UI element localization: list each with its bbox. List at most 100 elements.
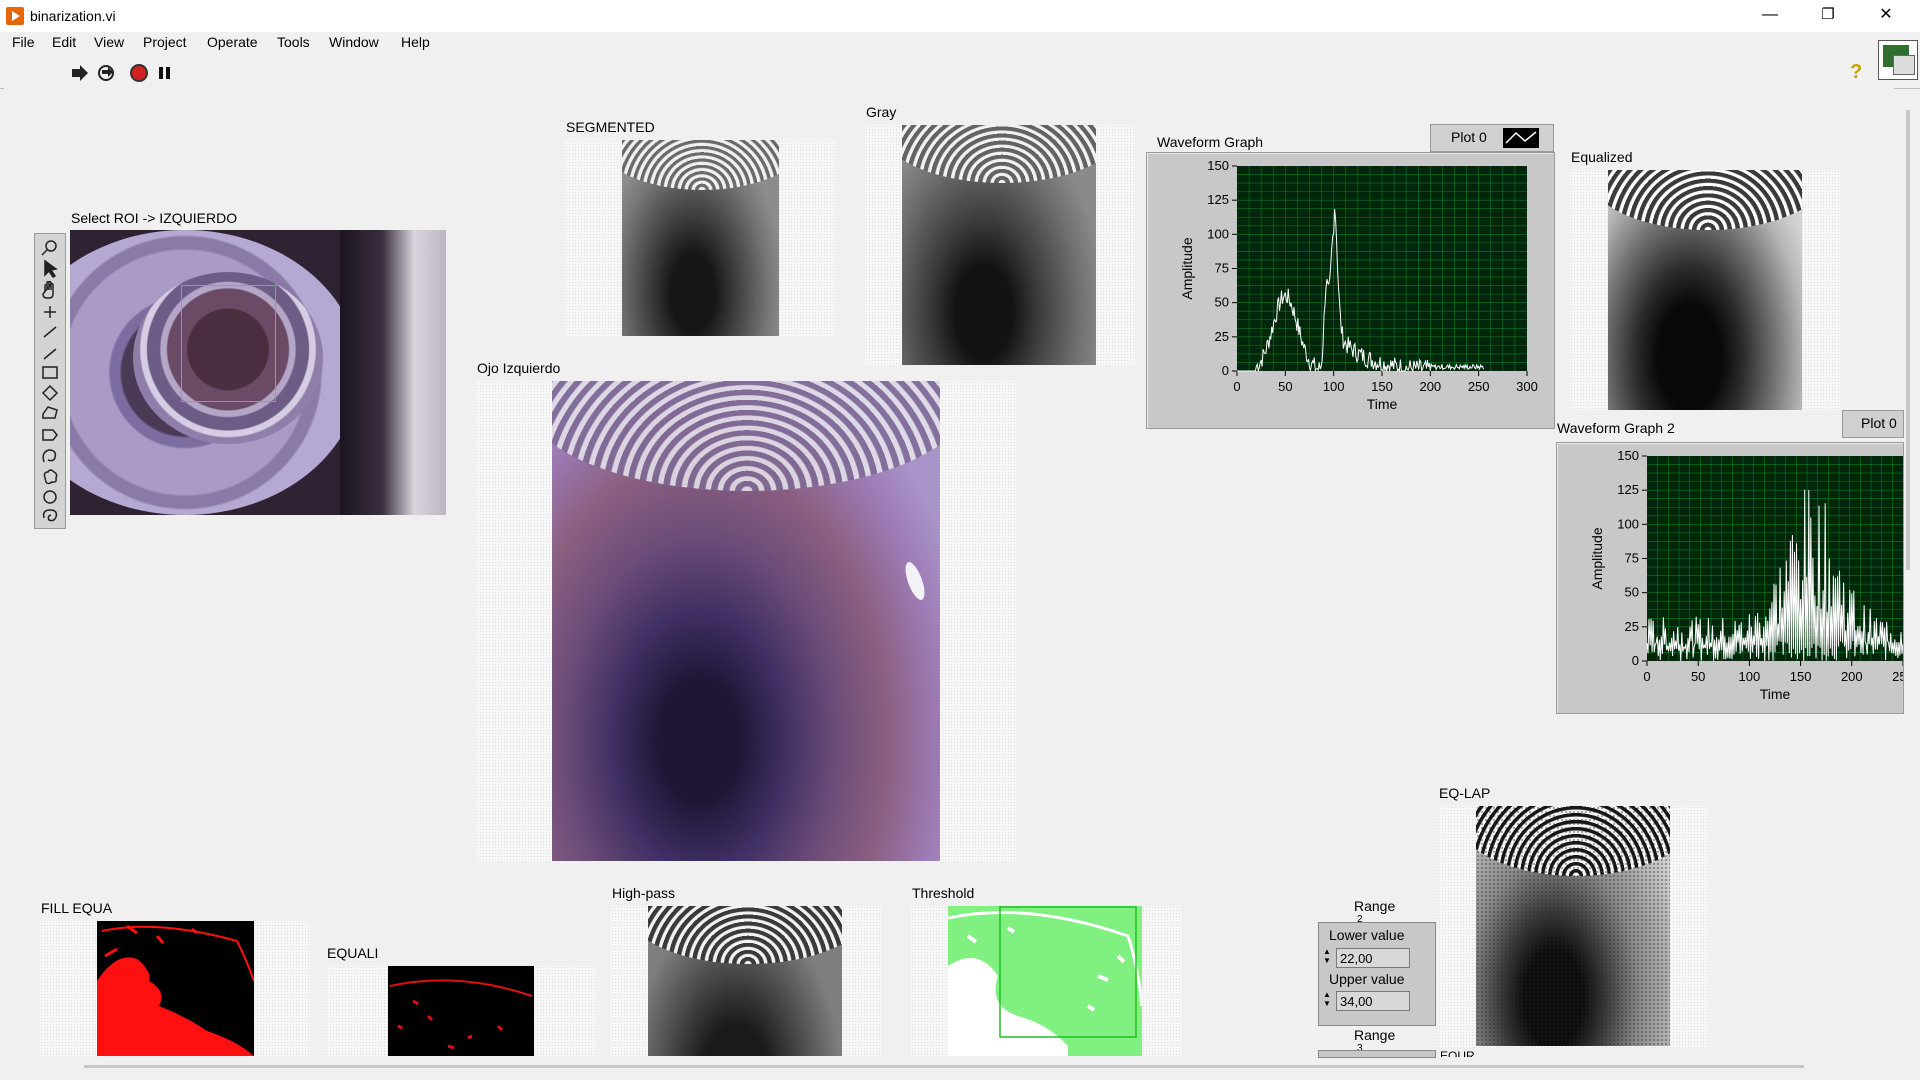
plot-legend-label: Plot 0 [1451,129,1487,145]
plot-legend-2[interactable]: Plot 0 [1842,410,1904,438]
fill-equa-display [40,921,310,1056]
gray-label: Gray [866,104,897,120]
plot-legend-2-label: Plot 0 [1861,415,1897,431]
menu-window[interactable]: Window [329,34,379,50]
threshold-mask [948,906,1142,1056]
menu-edit[interactable]: Edit [52,34,76,50]
pause-icon[interactable] [157,64,173,82]
y-tick-label: 50 [1625,585,1639,600]
roi-label: Select ROI -> IZQUIERDO [71,210,238,226]
close-button[interactable]: ✕ [1858,0,1914,32]
range-2-cluster: Lower value ▲ ▼ 22,00 Upper value ▲ ▼ 34,0… [1318,922,1436,1026]
run-arrow-icon[interactable] [70,64,90,82]
y-tick-label: 75 [1625,551,1639,566]
y-axis-title: Amplitude [1179,237,1195,299]
range-2-label: Range [1354,898,1396,914]
upper-value-label: Upper value [1329,971,1405,987]
title-bar: binarization.vi — ❐ ✕ [0,0,1920,32]
waveform-graph-2-plot: 0 25 50 75 100 125 150 0 50 100 150 200 250 Time Ampli… [1589,448,1903,702]
lower-value-stepper[interactable]: ▲ ▼ [1323,947,1331,967]
gray-display [865,125,1135,365]
menu-view[interactable]: View [94,34,124,50]
y-tick-label: 25 [1215,329,1229,344]
waveform-graph-label: Waveform Graph [1157,134,1264,150]
fill-equa-mask [97,924,254,1056]
ojo-izquierdo-display [476,381,1016,861]
run-continuously-icon[interactable] [96,63,116,83]
abort-icon[interactable] [129,63,149,83]
menu-help[interactable]: Help [401,34,430,50]
equalized-display [1570,170,1840,410]
menu-project[interactable]: Project [143,34,187,50]
segmented-display [565,140,835,336]
eq-lap-label: EQ-LAP [1439,785,1491,801]
y-tick-label: 150 [1207,158,1229,173]
y-tick-label: 25 [1625,619,1639,634]
x-axis-title: Time [1760,686,1791,702]
menu-file[interactable]: File [12,34,35,50]
x-tick-label: 300 [1516,379,1538,394]
upper-value-stepper[interactable]: ▲ ▼ [1323,990,1331,1010]
x-tick-label: 200 [1841,669,1863,684]
labview-app-icon [6,7,24,25]
y-axis-title: Amplitude [1589,527,1605,589]
eq-lap-display [1438,806,1708,1048]
range-3-label: Range [1354,1027,1396,1043]
equr-label: EQUR [1440,1049,1475,1057]
range-3-cluster [1318,1050,1436,1058]
x-tick-label: 50 [1278,379,1292,394]
vertical-scrollbar[interactable] [1906,110,1910,570]
waveform-graph-2[interactable]: 0 25 50 75 100 125 150 0 50 100 150 200 250 Time Ampli… [1556,442,1904,714]
ojo-izquierdo-label: Ojo Izquierdo [477,360,561,376]
horizontal-scrollbar[interactable] [84,1065,1804,1068]
minimize-button[interactable]: — [1742,0,1798,32]
y-tick-label: 125 [1207,192,1229,207]
x-tick-label: 250 [1892,669,1903,684]
y-tick-label: 100 [1207,226,1229,241]
equali-mask [389,979,533,1050]
x-tick-label: 0 [1643,669,1650,684]
context-help-icon[interactable]: ? [1850,61,1862,84]
segmented-label: SEGMENTED [566,119,655,135]
waveform-graph-1-plot: 0 25 50 75 100 125 150 0 50 100 150 200 250 300 Time Am… [1179,158,1538,412]
x-tick-label: 150 [1790,669,1812,684]
y-tick-label: 100 [1617,516,1639,531]
y-tick-label: 125 [1617,482,1639,497]
plot-legend-1[interactable]: Plot 0 [1430,124,1554,152]
menu-operate[interactable]: Operate [207,34,258,50]
roi-tool-palette [34,233,66,529]
menu-tools[interactable]: Tools [277,34,310,50]
plot-style-icon [1503,128,1539,148]
threshold-label: Threshold [912,885,975,901]
restore-button[interactable]: ❐ [1800,0,1856,32]
threshold-display [911,906,1181,1056]
waveform-graph-1[interactable]: 0 25 50 75 100 125 150 0 50 100 150 200 250 300 Time Am… [1146,152,1555,429]
y-tick-label: 0 [1222,363,1229,378]
waveform-graph-2-label: Waveform Graph 2 [1557,420,1675,436]
roi-rectangle[interactable] [181,285,276,402]
equali-display [326,966,596,1056]
equalized-label: Equalized [1571,149,1633,165]
y-tick-label: 75 [1215,261,1229,276]
lower-value-field[interactable]: 22,00 [1336,948,1410,968]
high-pass-display [611,906,881,1056]
roi-source-image[interactable] [70,230,446,515]
y-tick-label: 150 [1617,448,1639,463]
x-tick-label: 100 [1739,669,1761,684]
x-tick-label: 50 [1691,669,1705,684]
upper-value-field[interactable]: 34,00 [1336,991,1410,1011]
high-pass-label: High-pass [612,885,676,901]
x-tick-label: 100 [1323,379,1345,394]
y-tick-label: 0 [1632,653,1639,668]
fill-equa-label: FILL EQUA [41,900,113,916]
equali-label: EQUALI [327,945,379,961]
x-axis-title: Time [1367,396,1398,412]
toolbar [0,58,1920,89]
lower-value-label: Lower value [1329,927,1405,943]
y-tick-label: 50 [1215,295,1229,310]
x-tick-label: 150 [1371,379,1393,394]
x-tick-label: 0 [1233,379,1240,394]
x-tick-label: 250 [1468,379,1490,394]
vi-connector-icon[interactable] [1878,40,1918,80]
x-tick-label: 200 [1419,379,1441,394]
